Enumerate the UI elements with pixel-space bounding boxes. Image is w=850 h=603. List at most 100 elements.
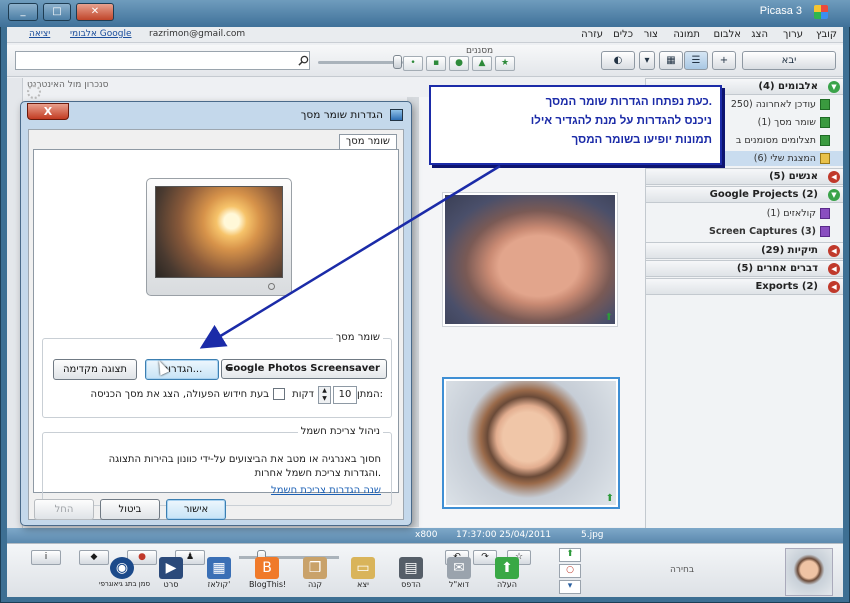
album-label: המצגת שלי (6) bbox=[753, 153, 816, 164]
collapse-arrow-icon[interactable]: ◀ bbox=[828, 171, 840, 183]
info-icon[interactable]: i bbox=[31, 550, 61, 565]
google-albums-link[interactable]: אלבומי Google bbox=[70, 29, 132, 39]
search-input[interactable] bbox=[15, 51, 310, 70]
action-label: סמן בתג גיאוגרפי bbox=[99, 580, 150, 588]
filter-star-icon[interactable]: ★ bbox=[495, 56, 515, 71]
section-google-projects[interactable]: Google Projects (2) ▼ bbox=[646, 186, 843, 203]
logout-link[interactable]: יציאה bbox=[29, 29, 50, 39]
action-label: קנה bbox=[307, 580, 323, 589]
collage-icon: ▦ bbox=[207, 557, 231, 579]
list-view-icon[interactable]: ☰ bbox=[684, 51, 708, 70]
email-action[interactable]: ✉ דוא"ל bbox=[441, 557, 477, 589]
menu-view[interactable]: הצג bbox=[751, 29, 768, 40]
wait-minutes-input[interactable]: 10 bbox=[333, 386, 357, 404]
shop-icon: ❒ bbox=[303, 557, 327, 579]
import-button[interactable]: יבא bbox=[742, 51, 836, 70]
change-power-settings-link[interactable]: שנה הגדרות צריכת חשמל bbox=[271, 485, 381, 496]
photo-datetime: 17:37:00 25/04/2011 bbox=[456, 530, 552, 540]
menu-picture[interactable]: תמונה bbox=[673, 29, 700, 40]
preview-button[interactable]: תצוגה מקדימה bbox=[53, 359, 137, 380]
collapse-arrow-icon[interactable]: ◀ bbox=[828, 281, 840, 293]
filter-people-icon[interactable]: ● bbox=[449, 56, 469, 71]
maximize-button[interactable]: □ bbox=[43, 3, 71, 21]
minimize-button[interactable]: _ bbox=[8, 3, 38, 21]
project-icon bbox=[820, 208, 830, 219]
app-title: Picasa 3 bbox=[759, 5, 802, 17]
email-icon: ✉ bbox=[447, 557, 471, 579]
photo-thumb[interactable]: ⬆ bbox=[442, 192, 618, 327]
cancel-button[interactable]: ביטול bbox=[100, 499, 160, 520]
filter-uploaded-icon[interactable]: ▲ bbox=[472, 56, 492, 71]
shop-action[interactable]: ❒ קנה bbox=[297, 557, 333, 589]
menu-create[interactable]: צור bbox=[644, 29, 658, 40]
menu-bar: קובץ ערוך הצג אלבום תמונה צור כלים עזרה … bbox=[7, 27, 843, 43]
expand-arrow-icon[interactable]: ▼ bbox=[828, 189, 840, 201]
view-dropdown-icon[interactable]: ▾ bbox=[639, 51, 655, 70]
zoom-slider-track[interactable] bbox=[318, 61, 403, 64]
expand-arrow-icon[interactable]: ▼ bbox=[828, 81, 840, 93]
photo-thumb-selected[interactable]: ⬆ bbox=[442, 377, 620, 509]
print-action[interactable]: ▤ הדפס bbox=[393, 557, 429, 589]
photo-dimensions: x800 bbox=[415, 530, 438, 540]
action-label: העלה bbox=[496, 580, 517, 589]
screensaver-settings-dialog: X הגדרות שומר מסך שומר מסך שומר מסך Goog… bbox=[20, 101, 412, 526]
tray-photo-thumb[interactable] bbox=[785, 548, 833, 596]
album-label: Screen Captures (3) bbox=[709, 226, 816, 237]
dialog-title: הגדרות שומר מסך bbox=[300, 109, 383, 121]
photo-sleeping-baby bbox=[445, 195, 615, 324]
collapse-arrow-icon[interactable]: ◀ bbox=[828, 263, 840, 275]
wait-label: המתן: bbox=[357, 389, 383, 400]
tray-hold-icon[interactable]: ⬆ bbox=[559, 548, 581, 562]
project-screen-captures[interactable]: Screen Captures (3) bbox=[646, 224, 843, 239]
dialog-body: שומר מסך שומר מסך Google Photos Screensa… bbox=[28, 129, 404, 520]
action-label: קולאז' bbox=[207, 580, 231, 589]
menu-album[interactable]: אלבום bbox=[713, 29, 741, 40]
tile-view-icon[interactable]: ▦ bbox=[659, 51, 683, 70]
movie-action[interactable]: ▶ סרט bbox=[153, 557, 189, 589]
upload-icon: ⬆ bbox=[495, 557, 519, 579]
tab-screensaver[interactable]: שומר מסך bbox=[338, 134, 397, 150]
action-label: דוא"ל bbox=[448, 580, 470, 589]
action-label: סרט bbox=[163, 580, 179, 589]
menu-edit[interactable]: ערוך bbox=[783, 29, 803, 40]
upload-view-icon[interactable]: + bbox=[712, 51, 736, 70]
preview-screen-image bbox=[155, 186, 283, 278]
resume-logon-checkbox[interactable] bbox=[273, 388, 285, 400]
geotag-action[interactable]: ◉ סמן בתג גיאוגרפי bbox=[99, 557, 150, 588]
close-button[interactable]: ✕ bbox=[76, 3, 114, 21]
export-action[interactable]: ▭ יצא bbox=[345, 557, 381, 589]
project-icon bbox=[820, 226, 830, 237]
tray-clear-icon[interactable]: ○ bbox=[559, 564, 581, 578]
filter-video-icon[interactable]: ▪ bbox=[426, 56, 446, 71]
uploaded-icon: ⬆ bbox=[605, 493, 614, 504]
section-other-stuff[interactable]: דברים אחרים (5) ◀ bbox=[646, 260, 843, 277]
filters-label: מסננים bbox=[466, 46, 494, 56]
section-people[interactable]: אנשים (5) ◀ bbox=[646, 168, 843, 185]
filter-pin-icon[interactable]: • bbox=[403, 56, 423, 71]
blogthis-action[interactable]: B BlogThis! bbox=[249, 557, 286, 589]
apply-button[interactable]: החל bbox=[34, 499, 94, 520]
project-collages[interactable]: קולאזים (1) bbox=[646, 206, 843, 221]
album-icon bbox=[820, 117, 830, 128]
collapse-arrow-icon[interactable]: ◀ bbox=[828, 245, 840, 257]
picasa-logo-icon bbox=[814, 5, 828, 19]
printer-icon: ▤ bbox=[399, 557, 423, 579]
dialog-close-button[interactable]: X bbox=[27, 103, 69, 120]
menu-file[interactable]: קובץ bbox=[816, 29, 837, 40]
callout-line: ניכנס להגדרות על מנת להגדיר אילו bbox=[530, 115, 712, 127]
upload-action[interactable]: ⬆ העלה bbox=[489, 557, 525, 589]
menu-help[interactable]: עזרה bbox=[581, 29, 603, 40]
tray-album-icon[interactable]: ▾ bbox=[559, 580, 581, 594]
collage-action[interactable]: ▦ קולאז' bbox=[201, 557, 237, 589]
album-label: קולאזים (1) bbox=[766, 208, 816, 219]
action-label: יצא bbox=[357, 580, 369, 589]
wait-stepper[interactable]: ▲ ▼ bbox=[318, 386, 331, 404]
ok-button[interactable]: אישור bbox=[166, 499, 226, 520]
section-folders[interactable]: תיקיות (29) ◀ bbox=[646, 242, 843, 259]
menu-tools[interactable]: כלים bbox=[613, 29, 633, 40]
section-exports[interactable]: Exports (2) ◀ bbox=[646, 278, 843, 295]
view-mode-icon[interactable]: ◐ bbox=[601, 51, 635, 70]
screensaver-select[interactable]: Google Photos Screensaver bbox=[221, 359, 387, 379]
zoom-slider-thumb[interactable] bbox=[393, 55, 402, 69]
album-label: שומר מסך (1) bbox=[757, 117, 816, 128]
